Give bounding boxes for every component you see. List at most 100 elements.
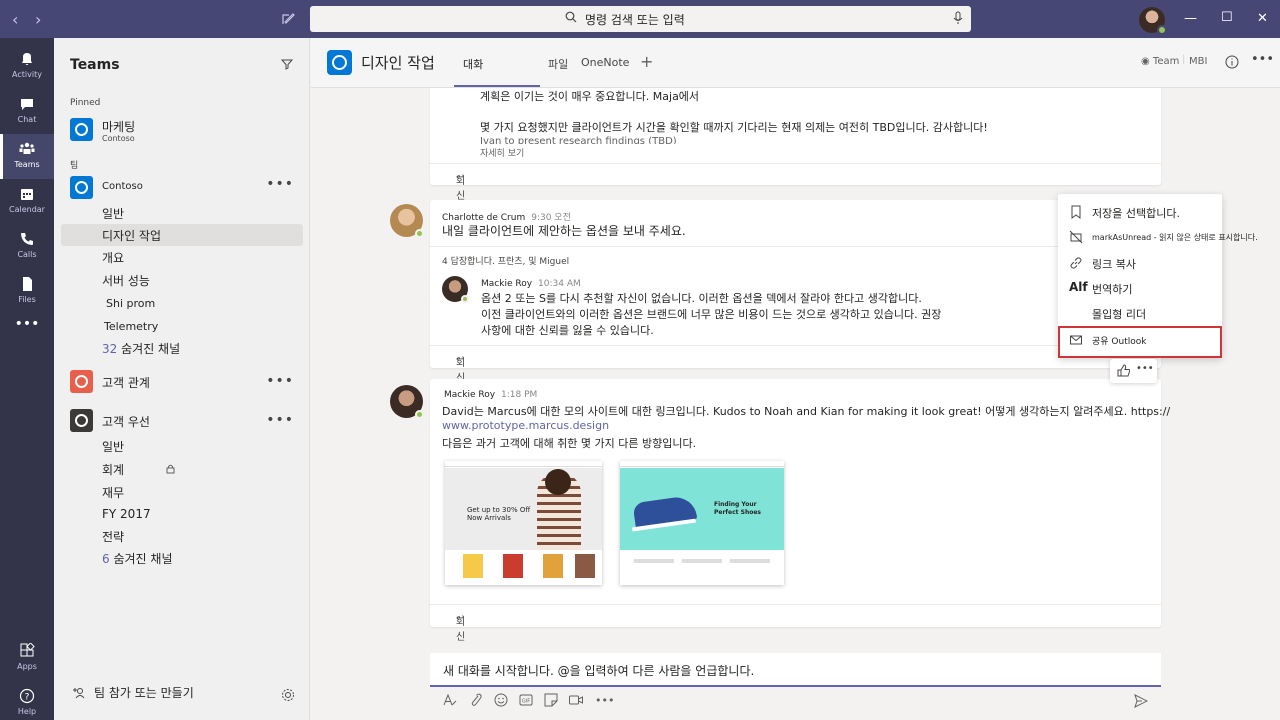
- gif-icon[interactable]: GIF: [518, 692, 534, 708]
- more-actions-icon[interactable]: •••: [1136, 363, 1154, 374]
- thumb-headline: Get up to 30% Off: [467, 506, 531, 514]
- attachment-thumbnail[interactable]: Get up to 30% Off Now Arrivals: [445, 461, 602, 585]
- rail-chat[interactable]: Chat: [0, 89, 54, 134]
- tab-conversations[interactable]: 대화: [463, 56, 483, 72]
- channel-item[interactable]: 개요: [102, 249, 124, 266]
- team-customer-first[interactable]: 고객 우선 •••: [70, 409, 302, 435]
- pinned-label: Pinned: [70, 98, 101, 108]
- rail-calls[interactable]: Calls: [0, 224, 54, 269]
- rail-activity[interactable]: Activity: [0, 44, 54, 89]
- channel-item[interactable]: 서버 성능: [102, 272, 150, 289]
- settings-gear-icon[interactable]: [281, 688, 295, 702]
- prototype-link[interactable]: www.prototype.marcus.design: [442, 419, 609, 432]
- hidden-channels-link[interactable]: 6 숨겨진 채널: [102, 550, 172, 567]
- attach-icon[interactable]: [468, 692, 484, 708]
- team-button[interactable]: ◉ Team: [1141, 56, 1179, 67]
- like-icon[interactable]: [1117, 364, 1130, 377]
- maximize-icon[interactable]: ☐: [1221, 10, 1233, 25]
- avatar[interactable]: [442, 276, 469, 303]
- team-more-icon[interactable]: •••: [266, 176, 294, 192]
- channel-item-selected[interactable]: 디자인 작업: [102, 227, 161, 244]
- thumb-model-hair: [545, 469, 571, 495]
- back-icon[interactable]: ‹: [12, 10, 18, 29]
- menu-item-copy-link[interactable]: 링크 복사: [1058, 251, 1222, 275]
- reply-button[interactable]: ↩ 회신: [430, 345, 1161, 384]
- rail-teams[interactable]: Teams: [0, 134, 54, 179]
- info-icon[interactable]: [1225, 55, 1239, 69]
- see-more-link[interactable]: 자세히 보기: [480, 146, 524, 159]
- thumb-subhead: Perfect Shoes: [714, 509, 761, 516]
- menu-item-mark-unread[interactable]: markAsUnread - 읽지 않은 상태로 표시합니다.: [1058, 225, 1258, 249]
- reply-button[interactable]: ↩ 회신: [430, 163, 1161, 202]
- format-icon[interactable]: [442, 692, 458, 708]
- hidden-channels-link[interactable]: 32 숨겨진 채널: [102, 340, 180, 357]
- reply-text: 옵션 2 또는 S를 다시 추천할 자신이 없습니다. 이러한 옵션을 덱에서 …: [481, 292, 922, 305]
- menu-item-save[interactable]: 저장을 선택합니다.: [1058, 200, 1222, 224]
- link-icon: [1070, 257, 1082, 269]
- mbi-label: MBI: [1189, 56, 1208, 67]
- tab-onenote[interactable]: OneNote: [581, 56, 629, 69]
- user-avatar[interactable]: [1139, 7, 1167, 35]
- team-more-icon[interactable]: •••: [266, 412, 294, 428]
- search-placeholder: 명령 검색 또는 입력: [585, 13, 685, 27]
- search-input[interactable]: 명령 검색 또는 입력: [310, 6, 971, 32]
- menu-item-translate[interactable]: Alf 번역하기: [1058, 276, 1222, 300]
- add-tab-icon[interactable]: +: [640, 52, 653, 71]
- thumb-nav: [445, 461, 602, 467]
- channel-header: 디자인 작업 대화 파일 OneNote + ◉ Team | MBI •••: [311, 38, 1280, 88]
- channel-item[interactable]: Shi prom: [106, 297, 155, 310]
- channel-item[interactable]: 일반: [102, 205, 124, 222]
- close-icon[interactable]: ✕: [1257, 11, 1268, 26]
- thumb-subhead: Now Arrivals: [467, 514, 511, 522]
- message-author: Mackie Roy 1:18 PM: [444, 390, 538, 400]
- reply-button[interactable]: ↩ 회신: [430, 604, 1161, 643]
- send-icon[interactable]: [1134, 694, 1148, 708]
- more-options-icon[interactable]: •••: [1251, 52, 1274, 67]
- reaction-bar: •••: [1110, 359, 1157, 383]
- new-chat-icon[interactable]: [281, 12, 295, 26]
- avatar[interactable]: [390, 385, 424, 419]
- help-icon: ?: [19, 688, 35, 704]
- menu-item-immersive-reader[interactable]: 몰입형 리더: [1058, 301, 1222, 325]
- sticker-icon[interactable]: [543, 692, 559, 708]
- channel-item[interactable]: 전략: [102, 528, 124, 545]
- divider: [430, 246, 1161, 247]
- eye-icon: ◉: [1141, 56, 1150, 67]
- tab-files[interactable]: 파일: [548, 56, 568, 72]
- minimize-icon[interactable]: —: [1184, 11, 1197, 26]
- channel-item[interactable]: 재무: [102, 484, 124, 501]
- filter-icon[interactable]: [281, 58, 293, 70]
- channel-team-logo-icon: [327, 50, 352, 75]
- channel-item[interactable]: FY 2017: [102, 507, 151, 521]
- thumb-feature: [730, 559, 770, 563]
- thumb-product: [463, 554, 483, 578]
- emoji-icon[interactable]: [493, 692, 509, 708]
- channel-item[interactable]: 회계: [102, 461, 124, 478]
- meet-now-icon[interactable]: [568, 692, 584, 708]
- avatar[interactable]: [390, 204, 424, 238]
- team-more-icon[interactable]: •••: [266, 373, 294, 389]
- message-card: Mackie Roy 1:18 PM David는 Marcus에 대한 모의 사…: [430, 379, 1170, 643]
- compose-box[interactable]: 새 대화를 시작합니다. @을 입력하여 다른 사람을 언급합니다.: [430, 653, 1161, 687]
- message-card: Charlotte de Crum 9:30 오전 내일 클라이언트에 제안하는 …: [430, 200, 1161, 384]
- team-contoso[interactable]: Contoso •••: [70, 176, 302, 202]
- thumb-nav: [620, 461, 784, 467]
- replies-summary[interactable]: 4 답장합니다. 프란츠, 및 Miguel: [442, 254, 569, 267]
- team-logo-icon: [70, 409, 93, 432]
- channel-item[interactable]: 일반: [102, 438, 124, 455]
- more-compose-options-icon[interactable]: •••: [595, 694, 614, 707]
- team-marketing[interactable]: 마케팅 Contoso: [70, 118, 302, 144]
- rail-files[interactable]: Files: [0, 269, 54, 314]
- join-create-team-button[interactable]: 팀 참가 또는 만들기: [72, 684, 194, 701]
- attachment-thumbnail[interactable]: Finding Your Perfect Shoes: [620, 461, 784, 585]
- calendar-icon: [21, 189, 33, 200]
- rail-more-icon[interactable]: •••: [0, 316, 54, 361]
- rail-calendar[interactable]: Calendar: [0, 179, 54, 224]
- microphone-icon[interactable]: [953, 11, 963, 25]
- channel-item[interactable]: Telemetry: [104, 320, 158, 333]
- search-icon: [565, 11, 577, 23]
- team-customer-relations[interactable]: 고객 관계 •••: [70, 370, 302, 396]
- rail-help[interactable]: ? Help: [0, 681, 54, 720]
- rail-apps[interactable]: Apps: [0, 636, 54, 681]
- forward-icon[interactable]: ›: [35, 10, 41, 29]
